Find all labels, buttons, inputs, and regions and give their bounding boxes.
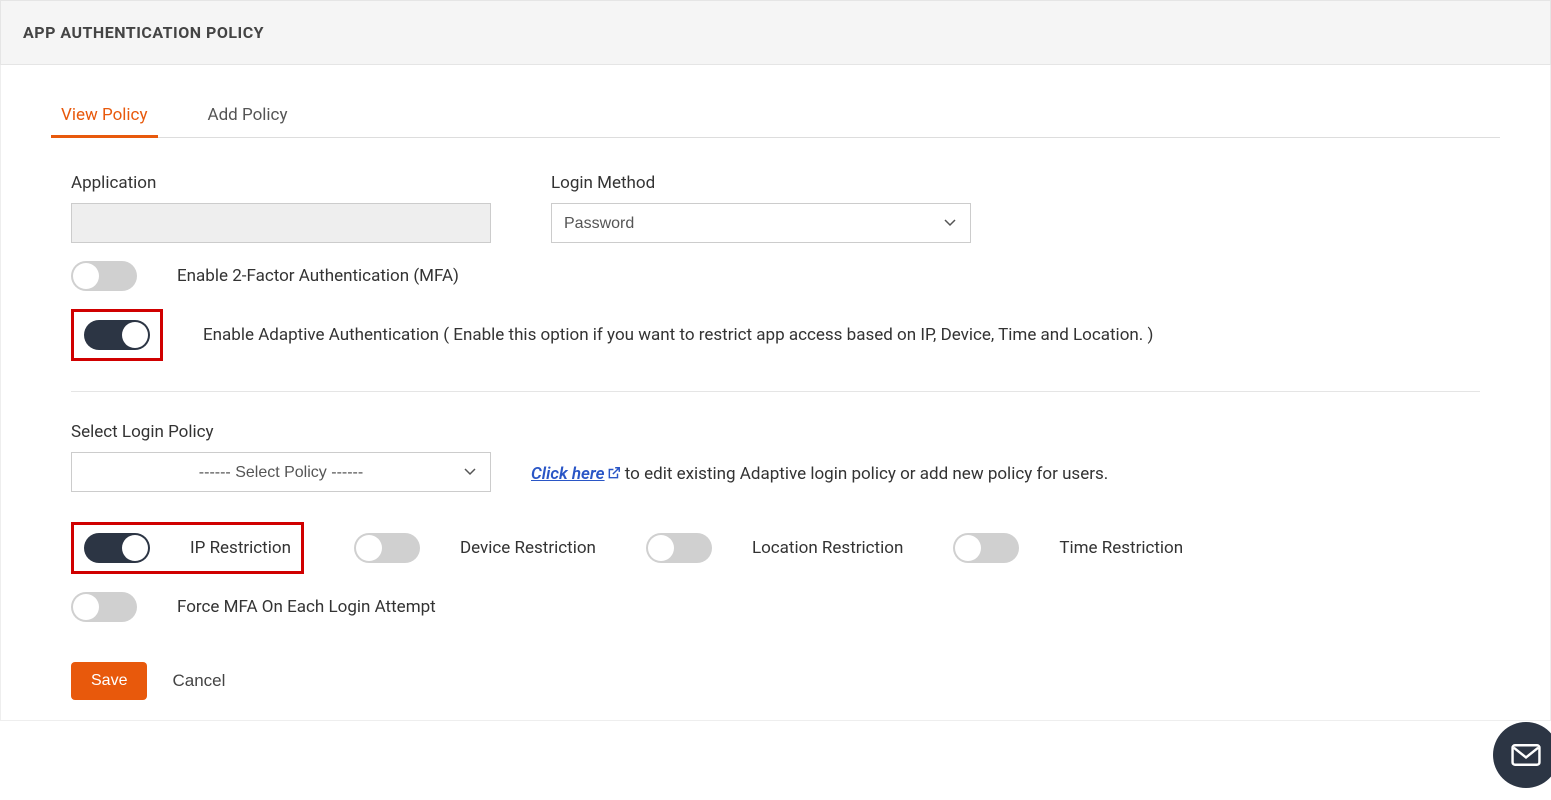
device-restriction-label: Device Restriction <box>460 538 596 558</box>
adaptive-label: Enable Adaptive Authentication ( Enable … <box>203 325 1153 345</box>
time-restriction-label: Time Restriction <box>1059 538 1183 558</box>
toggle-time-restriction[interactable] <box>953 533 1019 563</box>
toggle-location-restriction[interactable] <box>646 533 712 563</box>
helper-rest-text: to edit existing Adaptive login policy o… <box>621 464 1109 484</box>
location-restriction-label: Location Restriction <box>752 538 903 558</box>
select-policy[interactable]: ------ Select Policy ------ <box>71 452 491 492</box>
force-mfa-label: Force MFA On Each Login Attempt <box>177 597 436 617</box>
cancel-button[interactable]: Cancel <box>172 671 225 691</box>
ip-restriction-highlight: IP Restriction <box>71 522 304 574</box>
adaptive-highlight <box>71 309 163 361</box>
toggle-adaptive-auth[interactable] <box>84 320 150 350</box>
ip-restriction-label: IP Restriction <box>190 538 291 558</box>
toggle-ip-restriction[interactable] <box>84 533 150 563</box>
content-area: View Policy Add Policy Application Login… <box>0 65 1551 721</box>
application-label: Application <box>71 173 491 193</box>
chat-widget[interactable] <box>1493 722 1551 788</box>
mfa-label: Enable 2-Factor Authentication (MFA) <box>177 266 459 286</box>
page-header: APP AUTHENTICATION POLICY <box>0 0 1551 65</box>
tab-view-policy[interactable]: View Policy <box>51 95 158 137</box>
login-method-label: Login Method <box>551 173 971 193</box>
external-link-icon <box>607 466 621 480</box>
tab-add-policy[interactable]: Add Policy <box>198 95 298 137</box>
tabs: View Policy Add Policy <box>51 95 1500 138</box>
page-title: APP AUTHENTICATION POLICY <box>23 23 1528 42</box>
select-policy-label: Select Login Policy <box>71 422 491 442</box>
login-method-select[interactable]: Password <box>551 203 971 243</box>
click-here-link[interactable]: Click here <box>531 464 621 484</box>
application-input[interactable] <box>71 203 491 243</box>
toggle-force-mfa[interactable] <box>71 592 137 622</box>
toggle-mfa[interactable] <box>71 261 137 291</box>
divider <box>71 391 1480 392</box>
policy-helper: Click here to edit existing Adaptive log… <box>531 464 1108 492</box>
save-button[interactable]: Save <box>71 662 147 700</box>
toggle-device-restriction[interactable] <box>354 533 420 563</box>
mail-icon <box>1511 744 1541 766</box>
form-area: Application Login Method Password Enable… <box>51 173 1500 700</box>
